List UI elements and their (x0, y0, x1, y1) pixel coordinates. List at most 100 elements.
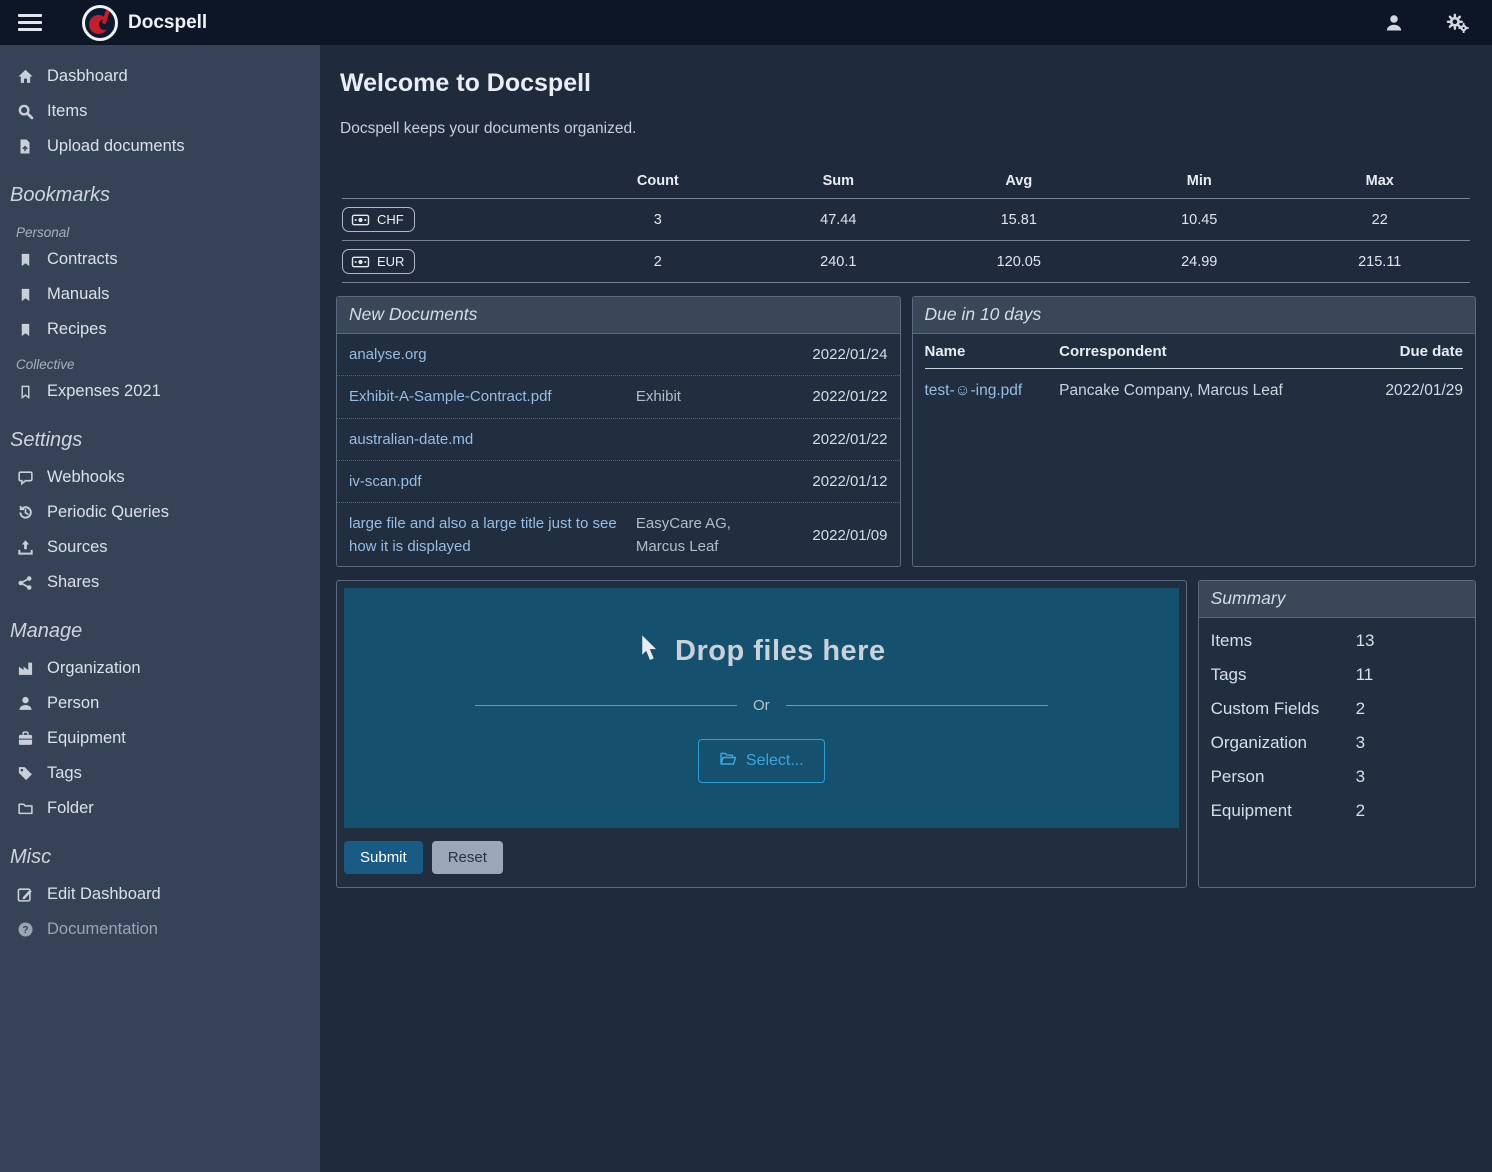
select-files-button[interactable]: Select... (698, 739, 825, 783)
user-icon[interactable] (1384, 13, 1404, 33)
stats-row-chf: CHF 3 47.44 15.81 10.45 22 (342, 199, 1470, 241)
brand[interactable]: Docspell (82, 5, 207, 41)
document-link[interactable]: large file and also a large title just t… (349, 512, 626, 559)
currency-badge-eur: EUR (342, 249, 415, 274)
money-bill-icon (351, 213, 370, 227)
stat-value: 24.99 (1109, 241, 1289, 283)
currency-label: CHF (377, 212, 404, 227)
sidebar-item-equipment[interactable]: Equipment (0, 721, 320, 756)
table-row: test-☺-ing.pdf Pancake Company, Marcus L… (925, 369, 1464, 414)
list-item: Equipment 2 (1211, 801, 1463, 821)
sidebar-item-dashboard[interactable]: Dasbhoard (0, 59, 320, 94)
top-bar: Docspell (0, 0, 1492, 45)
stat-value: 2 (568, 241, 748, 283)
sidebar-item-edit-dashboard[interactable]: Edit Dashboard (0, 877, 320, 912)
sidebar-item-label: Folder (47, 799, 94, 818)
list-item: Organization 3 (1211, 733, 1463, 753)
summary-label: Person (1211, 767, 1356, 787)
summary-list: Items 13 Tags 11 Custom Fields 2 Organiz… (1199, 618, 1475, 835)
document-link[interactable]: australian-date.md (349, 428, 626, 451)
sidebar-item-items[interactable]: Items (0, 94, 320, 129)
edit-icon (16, 886, 34, 904)
sidebar-item-tags[interactable]: Tags (0, 756, 320, 791)
select-files-label: Select... (746, 752, 804, 770)
sidebar-item-label: Person (47, 694, 99, 713)
main-content: Welcome to Docspell Docspell keeps your … (320, 45, 1492, 1172)
sidebar-item-documentation[interactable]: ? Documentation (0, 912, 320, 947)
document-correspondent: Exhibit (636, 385, 760, 408)
briefcase-icon (16, 730, 34, 748)
sidebar-item-upload-documents[interactable]: Upload documents (0, 129, 320, 164)
bookmark-icon (16, 251, 34, 269)
document-date: 2022/01/22 (770, 431, 888, 448)
stats-col-avg: Avg (929, 164, 1109, 199)
due-col-date: Due date (1355, 334, 1463, 369)
stats-table: Count Sum Avg Min Max CHF 3 47. (342, 164, 1470, 283)
bookmarks-section-title: Bookmarks (0, 164, 320, 215)
drop-files-text: Drop files here (675, 635, 886, 668)
person-icon (16, 695, 34, 713)
page-title: Welcome to Docspell (340, 69, 1472, 98)
sidebar-item-label: Items (47, 102, 87, 121)
sidebar-item-recipes[interactable]: Recipes (0, 312, 320, 347)
new-documents-list: analyse.org 2022/01/24 Exhibit-A-Sample-… (337, 334, 900, 567)
document-date: 2022/01/29 (1355, 369, 1463, 414)
document-link[interactable]: Exhibit-A-Sample-Contract.pdf (349, 385, 626, 408)
reset-button[interactable]: Reset (432, 841, 503, 874)
list-item: Person 3 (1211, 767, 1463, 787)
page-subtitle: Docspell keeps your documents organized. (340, 120, 1472, 138)
search-icon (16, 103, 34, 121)
bookmarks-personal-label: Personal (0, 215, 320, 242)
sidebar-item-expenses-2021[interactable]: Expenses 2021 (0, 374, 320, 409)
sidebar-item-label: Shares (47, 573, 99, 592)
submit-button[interactable]: Submit (344, 841, 423, 874)
summary-value: 2 (1356, 801, 1463, 821)
summary-value: 13 (1356, 631, 1463, 651)
document-link[interactable]: analyse.org (349, 343, 626, 366)
list-item: Tags 11 (1211, 665, 1463, 685)
sidebar-item-webhooks[interactable]: Webhooks (0, 460, 320, 495)
sidebar-item-label: Webhooks (47, 468, 125, 487)
sidebar-item-manuals[interactable]: Manuals (0, 277, 320, 312)
sidebar-item-sources[interactable]: Sources (0, 530, 320, 565)
sidebar-item-label: Periodic Queries (47, 503, 169, 522)
sidebar-item-contracts[interactable]: Contracts (0, 242, 320, 277)
document-date: 2022/01/09 (770, 527, 888, 544)
bookmark-icon (16, 321, 34, 339)
stats-col-count: Count (568, 164, 748, 199)
or-label: Or (753, 697, 770, 714)
file-dropzone[interactable]: Drop files here Or Select... (344, 588, 1179, 828)
summary-panel: Summary Items 13 Tags 11 Custom Fields 2 (1198, 580, 1476, 888)
settings-section-title: Settings (0, 409, 320, 460)
document-link[interactable]: iv-scan.pdf (349, 470, 626, 493)
sidebar-item-periodic-queries[interactable]: Periodic Queries (0, 495, 320, 530)
money-bill-icon (351, 255, 370, 269)
file-upload-icon (16, 138, 34, 156)
sidebar-item-label: Manuals (47, 285, 109, 304)
currency-badge-chf: CHF (342, 207, 415, 232)
question-circle-icon: ? (16, 921, 34, 939)
document-date: 2022/01/22 (770, 388, 888, 405)
sidebar-item-folder[interactable]: Folder (0, 791, 320, 826)
document-link[interactable]: test-☺-ing.pdf (925, 369, 1060, 414)
sidebar-item-label: Edit Dashboard (47, 885, 161, 904)
summary-value: 3 (1356, 767, 1463, 787)
sidebar: Dasbhoard Items Upload documents Bookmar… (0, 45, 320, 1172)
stat-value: 215.11 (1289, 241, 1470, 283)
sidebar-item-label: Organization (47, 659, 141, 678)
summary-value: 11 (1356, 665, 1463, 685)
menu-icon[interactable] (18, 14, 42, 31)
sidebar-item-label: Contracts (47, 250, 118, 269)
list-item: Items 13 (1211, 631, 1463, 651)
cogs-icon[interactable] (1446, 13, 1470, 33)
sidebar-item-organization[interactable]: Organization (0, 651, 320, 686)
sidebar-item-shares[interactable]: Shares (0, 565, 320, 600)
sidebar-item-person[interactable]: Person (0, 686, 320, 721)
document-date: 2022/01/12 (770, 473, 888, 490)
summary-label: Organization (1211, 733, 1356, 753)
industry-icon (16, 660, 34, 678)
stat-value: 15.81 (929, 199, 1109, 241)
stat-value: 120.05 (929, 241, 1109, 283)
list-item: australian-date.md 2022/01/22 (337, 419, 900, 461)
sidebar-item-label: Dasbhoard (47, 67, 128, 86)
